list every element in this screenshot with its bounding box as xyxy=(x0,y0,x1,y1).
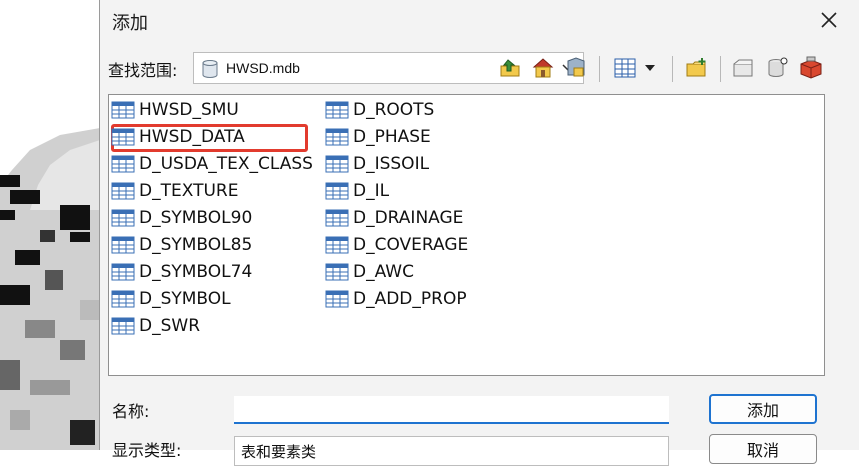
table-icon xyxy=(111,317,135,335)
list-item[interactable]: D_SWR xyxy=(111,314,200,338)
table-icon xyxy=(325,101,349,119)
name-input[interactable] xyxy=(234,396,669,424)
list-item-label: D_ADD_PROP xyxy=(353,289,467,309)
list-item-label: D_SYMBOL74 xyxy=(139,262,253,282)
table-icon xyxy=(111,209,135,227)
database-icon xyxy=(202,60,218,78)
table-icon xyxy=(111,182,135,200)
table-icon xyxy=(325,263,349,281)
list-item[interactable]: D_SYMBOL xyxy=(111,287,231,311)
list-item-label: D_SYMBOL85 xyxy=(139,235,253,255)
home-icon xyxy=(532,58,554,78)
up-folder-icon xyxy=(500,59,520,77)
name-label: 名称: xyxy=(112,402,150,421)
list-item[interactable]: D_SYMBOL90 xyxy=(111,206,252,230)
title-bar: 添加 xyxy=(100,0,859,40)
close-button[interactable] xyxy=(817,8,841,32)
lookin-label: 查找范围: xyxy=(108,61,178,80)
list-item[interactable]: D_ADD_PROP xyxy=(325,287,467,311)
up-folder-button[interactable] xyxy=(495,52,525,84)
table-icon xyxy=(325,209,349,227)
list-item-label: D_SYMBOL90 xyxy=(139,208,253,228)
list-item[interactable]: D_SYMBOL74 xyxy=(111,260,252,284)
lookin-value: HWSD.mdb xyxy=(226,60,300,76)
table-icon xyxy=(111,290,135,308)
list-item[interactable]: HWSD_SMU xyxy=(111,98,239,122)
connect-folder-button[interactable] xyxy=(561,52,591,84)
toolbar-separator xyxy=(672,56,673,82)
list-item[interactable]: D_SYMBOL85 xyxy=(111,233,252,257)
table-icon xyxy=(111,155,135,173)
toolbar-separator xyxy=(599,56,600,82)
table-icon xyxy=(325,155,349,173)
type-combo[interactable]: 表和要素类 xyxy=(234,436,669,466)
dialog-title: 添加 xyxy=(112,13,148,34)
refresh-button[interactable] xyxy=(762,52,792,84)
list-item-label: D_IL xyxy=(353,181,390,201)
list-item[interactable]: D_DRAINAGE xyxy=(325,206,463,230)
table-icon xyxy=(325,128,349,146)
view-list-button[interactable] xyxy=(610,52,640,84)
view-list-icon xyxy=(614,58,636,78)
file-list[interactable]: HWSD_SMU HWSD_DATA D_USDA_TEX_CLASS D_TEXTU… xyxy=(108,94,825,376)
toolbox-button[interactable] xyxy=(796,52,826,84)
lookin-combo[interactable]: HWSD.mdb xyxy=(193,52,584,84)
list-item[interactable]: D_USDA_TEX_CLASS xyxy=(111,152,313,176)
table-icon xyxy=(111,236,135,254)
list-item[interactable]: D_TEXTURE xyxy=(111,179,238,203)
list-item[interactable]: D_IL xyxy=(325,179,389,203)
new-folder-button[interactable] xyxy=(682,52,712,84)
list-item[interactable]: D_COVERAGE xyxy=(325,233,468,257)
view-dropdown-button[interactable] xyxy=(640,52,660,84)
new-database-icon xyxy=(733,59,753,77)
table-icon xyxy=(111,101,135,119)
list-item-label: D_AWC xyxy=(353,262,414,282)
new-folder-icon xyxy=(686,58,706,77)
close-icon xyxy=(821,12,837,28)
background-map xyxy=(0,0,100,450)
toolbox-icon xyxy=(800,56,822,79)
list-item-label: D_SYMBOL xyxy=(139,289,231,309)
list-item-label: D_USDA_TEX_CLASS xyxy=(139,154,313,174)
toolbar-separator xyxy=(720,56,721,82)
table-icon xyxy=(325,290,349,308)
list-item[interactable]: D_ROOTS xyxy=(325,98,434,122)
list-item-label: HWSD_DATA xyxy=(139,127,245,147)
list-item-label: HWSD_SMU xyxy=(139,100,239,120)
list-item-label: D_COVERAGE xyxy=(353,235,469,255)
list-item-label: D_DRAINAGE xyxy=(353,208,464,228)
table-icon xyxy=(325,182,349,200)
table-icon xyxy=(325,236,349,254)
home-button[interactable] xyxy=(528,52,558,84)
table-icon xyxy=(111,128,135,146)
new-database-button[interactable] xyxy=(728,52,758,84)
list-item-label: D_PHASE xyxy=(353,127,431,147)
list-item-label: D_ROOTS xyxy=(353,100,435,120)
connect-folder-icon xyxy=(567,57,585,77)
view-dropdown-icon xyxy=(645,65,655,71)
type-label: 显示类型: xyxy=(112,441,182,460)
list-item-label: D_SWR xyxy=(139,316,201,336)
list-item[interactable]: D_AWC xyxy=(325,260,414,284)
list-item[interactable]: D_ISSOIL xyxy=(325,152,429,176)
list-item-label: D_ISSOIL xyxy=(353,154,430,174)
list-item[interactable]: HWSD_DATA xyxy=(111,125,245,149)
list-item-label: D_TEXTURE xyxy=(139,181,239,201)
table-icon xyxy=(111,263,135,281)
add-button[interactable]: 添加 xyxy=(709,394,817,424)
add-dialog: 添加 查找范围: HWSD.mdb HWSD_SMU HWSD_DATA D_U… xyxy=(99,0,859,466)
refresh-icon xyxy=(768,57,788,77)
list-item[interactable]: D_PHASE xyxy=(325,125,431,149)
cancel-button[interactable]: 取消 xyxy=(709,434,817,464)
